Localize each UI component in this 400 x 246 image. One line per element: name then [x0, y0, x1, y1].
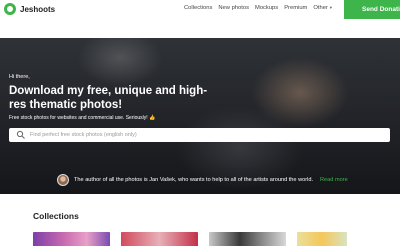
author-credit: The author of all the photos is Jan Vaše… [57, 174, 348, 186]
collection-card[interactable] [297, 232, 347, 246]
hero-banner: Hi there, Download my free, unique and h… [0, 38, 400, 194]
collection-card[interactable] [121, 232, 198, 246]
chevron-down-icon: ▼ [328, 5, 333, 10]
main-nav: Collections New photos Mockups Premium O… [184, 5, 333, 11]
nav-mockups[interactable]: Mockups [255, 5, 278, 11]
nav-premium[interactable]: Premium [284, 5, 307, 11]
logo-icon [4, 3, 16, 15]
search-bar[interactable] [9, 128, 390, 142]
author-text: The author of all the photos is Jan Vaše… [74, 177, 314, 183]
collections-heading: Collections [33, 211, 79, 221]
collection-card[interactable] [209, 232, 286, 246]
collection-card[interactable] [33, 232, 110, 246]
nav-collections[interactable]: Collections [184, 5, 212, 11]
nav-other-label: Other [313, 5, 328, 11]
hero-greeting: Hi there, [9, 74, 30, 80]
nav-other[interactable]: Other▼ [313, 5, 332, 11]
search-icon [16, 130, 25, 139]
read-more-link[interactable]: Read more [320, 177, 348, 183]
collections-grid [33, 232, 347, 246]
logo-text: Jeshoots [20, 4, 56, 14]
send-donation-button[interactable]: Send Donation [344, 0, 400, 19]
avatar [57, 174, 69, 186]
hero-headline: Download my free, unique and high-res th… [9, 85, 208, 111]
hero-subline: Free stock photos for websites and comme… [9, 115, 156, 121]
logo[interactable]: Jeshoots [4, 3, 55, 15]
nav-new-photos[interactable]: New photos [218, 5, 249, 11]
site-header: Jeshoots Collections New photos Mockups … [0, 0, 400, 19]
search-input[interactable] [30, 132, 370, 138]
